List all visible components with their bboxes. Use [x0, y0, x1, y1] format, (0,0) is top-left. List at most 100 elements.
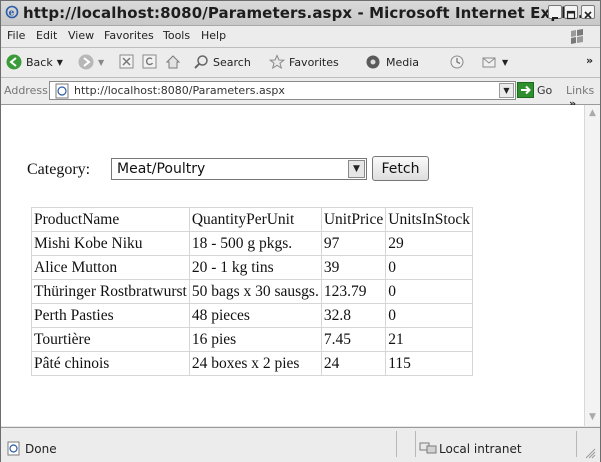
refresh-icon [142, 54, 157, 69]
table-cell: 0 [385, 279, 474, 304]
products-table: ProductName QuantityPerUnit UnitPrice Un… [31, 207, 474, 376]
table-cell: 32.8 [320, 303, 387, 328]
vertical-scrollbar[interactable]: ▲ ▼ [584, 105, 600, 426]
table-header-row: ProductName QuantityPerUnit UnitPrice Un… [31, 207, 474, 232]
address-url: http://localhost:8080/Parameters.aspx [74, 84, 285, 97]
security-zone-label: Local intranet [439, 442, 522, 456]
local-intranet-icon [419, 442, 437, 454]
menu-file[interactable]: File [7, 29, 25, 42]
table-cell: Thüringer Rostbratwurst [31, 279, 190, 304]
category-label: Category: [27, 161, 91, 178]
minimize-icon[interactable] [548, 5, 562, 19]
scroll-up-icon[interactable]: ▲ [586, 107, 599, 120]
home-button[interactable] [165, 54, 181, 70]
table-cell: Tourtière [31, 327, 190, 352]
toolbar-overflow-icon[interactable]: » [586, 54, 593, 67]
history-icon [450, 55, 464, 69]
browser-window: e http://localhost:8080/Parameters.aspx … [0, 0, 601, 462]
go-arrow-icon [517, 82, 534, 98]
window-title: http://localhost:8080/Parameters.aspx - … [23, 4, 584, 22]
table-header-cell: UnitPrice [320, 207, 387, 232]
table-cell: 97 [320, 231, 387, 256]
page-icon [55, 83, 69, 99]
forward-arrow-icon [78, 54, 94, 70]
back-dropdown-icon[interactable]: ▼ [57, 58, 63, 67]
table-row: Perth Pasties 48 pieces 32.8 0 [31, 303, 474, 328]
page-done-icon [7, 441, 20, 456]
media-button[interactable]: Media [365, 54, 419, 70]
chevron-down-icon[interactable]: ▼ [348, 160, 365, 178]
favorites-star-icon [269, 54, 285, 70]
address-dropdown-icon[interactable]: ▼ [499, 83, 514, 98]
table-cell: 39 [320, 255, 387, 280]
table-row: Mishi Kobe Niku 18 - 500 g pkgs. 97 29 [31, 231, 474, 256]
go-button[interactable]: Go [517, 82, 552, 98]
table-header-cell: UnitsInStock [385, 207, 474, 232]
table-row: Tourtière 16 pies 7.45 21 [31, 327, 474, 352]
svg-text:e: e [9, 9, 15, 19]
menu-help[interactable]: Help [201, 29, 226, 42]
table-cell: Alice Mutton [31, 255, 190, 280]
resize-grip-icon[interactable] [584, 447, 596, 459]
table-cell: 115 [385, 351, 474, 376]
maximize-icon[interactable] [564, 5, 578, 20]
media-icon [366, 55, 380, 69]
search-button[interactable]: Search [193, 54, 251, 70]
mail-dropdown-icon[interactable]: ▼ [502, 58, 508, 67]
menu-tools[interactable]: Tools [163, 29, 190, 42]
table-cell: 0 [385, 303, 474, 328]
address-bar: Address http://localhost:8080/Parameters… [1, 78, 600, 110]
menu-edit[interactable]: Edit [36, 29, 57, 42]
mail-icon [482, 57, 496, 68]
search-label: Search [213, 55, 251, 69]
menu-favorites[interactable]: Favorites [104, 29, 154, 42]
table-cell: 29 [385, 231, 474, 256]
back-arrow-icon [6, 54, 22, 70]
table-cell: 123.79 [320, 279, 387, 304]
windows-flag-icon [571, 29, 583, 44]
table-row: Pâté chinois 24 boxes x 2 pies 24 115 [31, 351, 474, 376]
scroll-down-icon[interactable]: ▼ [586, 411, 599, 424]
title-bar: e http://localhost:8080/Parameters.aspx … [1, 1, 600, 26]
forward-dropdown-icon[interactable]: ▼ [98, 58, 104, 67]
close-icon[interactable] [581, 5, 595, 19]
status-divider [396, 431, 397, 457]
table-cell: 0 [385, 255, 474, 280]
status-text: Done [25, 442, 57, 456]
menu-bar: File Edit View Favorites Tools Help [1, 26, 600, 48]
favorites-label: Favorites [289, 55, 339, 69]
favorites-button[interactable]: Favorites [269, 54, 339, 70]
page-content: Category: Meat/Poultry ▼ Fetch ProductNa… [1, 105, 584, 426]
history-button[interactable] [449, 54, 465, 70]
mail-button[interactable]: ▼ [481, 54, 508, 70]
table-cell: Mishi Kobe Niku [31, 231, 190, 256]
table-header-cell: ProductName [31, 207, 190, 232]
table-row: Alice Mutton 20 - 1 kg tins 39 0 [31, 255, 474, 280]
ie-logo-icon: e [5, 5, 19, 19]
stop-button[interactable] [119, 54, 134, 69]
status-bar: Done Local intranet [1, 427, 600, 462]
table-header-cell: QuantityPerUnit [188, 207, 322, 232]
table-cell: 21 [385, 327, 474, 352]
table-cell: Perth Pasties [31, 303, 190, 328]
back-label: Back [26, 55, 53, 69]
go-label: Go [537, 83, 553, 97]
table-cell: 24 boxes x 2 pies [188, 351, 322, 376]
media-label: Media [386, 55, 420, 69]
table-row: Thüringer Rostbratwurst 50 bags x 30 sau… [31, 279, 474, 304]
table-cell: 7.45 [320, 327, 387, 352]
back-button[interactable]: Back ▼ [6, 54, 63, 70]
table-cell: 50 bags x 30 sausgs. [188, 279, 322, 304]
home-icon [165, 55, 181, 69]
fetch-button[interactable]: Fetch [372, 156, 429, 181]
table-cell: 24 [320, 351, 387, 376]
address-label: Address [4, 84, 48, 97]
table-cell: 18 - 500 g pkgs. [188, 231, 322, 256]
table-cell: Pâté chinois [31, 351, 190, 376]
refresh-button[interactable] [142, 54, 157, 69]
category-select[interactable]: Meat/Poultry ▼ [111, 158, 367, 180]
address-input[interactable]: http://localhost:8080/Parameters.aspx ▼ [49, 81, 516, 100]
menu-view[interactable]: View [68, 29, 94, 42]
category-selected-value: Meat/Poultry [117, 161, 206, 177]
forward-button[interactable]: ▼ [78, 54, 104, 70]
